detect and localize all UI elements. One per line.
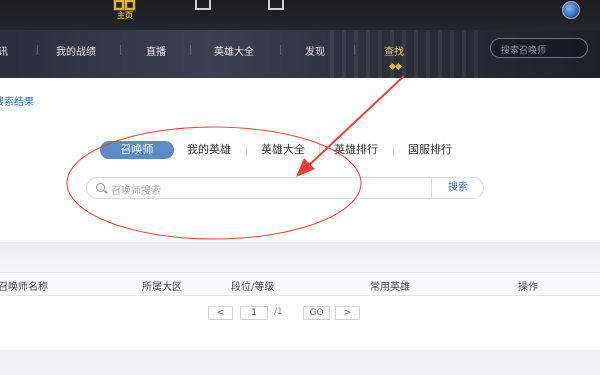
prev-page-button[interactable]: < bbox=[208, 306, 233, 320]
summoner-search-input[interactable]: 召唤师搜索 搜索 bbox=[86, 177, 484, 199]
edit-icon[interactable] bbox=[268, 0, 284, 10]
table-body bbox=[0, 296, 600, 350]
column-server: 所属大区 bbox=[142, 282, 182, 293]
go-button[interactable]: GO bbox=[303, 306, 330, 320]
search-icon bbox=[96, 183, 105, 192]
nav-item-my-record[interactable]: 我的战绩 bbox=[56, 43, 96, 58]
tab-hero-ranking[interactable]: 英雄排行 bbox=[334, 141, 378, 159]
top-bar: 主页 bbox=[0, 0, 600, 30]
tab-server-ranking[interactable]: 国服排行 bbox=[408, 141, 452, 159]
nav-divider bbox=[354, 45, 355, 55]
nav-item-search[interactable]: 查找 bbox=[384, 43, 404, 58]
document-icon[interactable] bbox=[195, 0, 211, 10]
search-results-link[interactable]: 搜索结果 bbox=[0, 93, 34, 108]
next-page-button[interactable]: > bbox=[335, 306, 360, 320]
nav-item-heroes[interactable]: 英雄大全 bbox=[214, 43, 254, 58]
home-label[interactable]: 主页 bbox=[117, 10, 133, 21]
footer bbox=[0, 350, 600, 375]
table-header: 召唤师名称 所属大区 段位/等级 常用英雄 操作 bbox=[0, 272, 600, 296]
search-button[interactable]: 搜索 bbox=[433, 178, 483, 198]
page-total: /1 bbox=[274, 307, 283, 317]
nav-divider bbox=[120, 45, 121, 55]
tab-divider bbox=[319, 145, 320, 156]
column-rank-level: 段位/等级 bbox=[231, 282, 275, 293]
nav-item-news[interactable]: 讯 bbox=[0, 43, 8, 58]
tab-summoner[interactable]: 召唤师 bbox=[100, 141, 174, 159]
tab-my-heroes[interactable]: 我的英雄 bbox=[187, 141, 231, 159]
tab-hero-list[interactable]: 英雄大全 bbox=[261, 141, 305, 159]
nav-divider bbox=[37, 45, 38, 55]
nav-divider bbox=[280, 45, 281, 55]
search-placeholder: 召唤师搜索 bbox=[111, 186, 161, 197]
nav-search-input[interactable]: 搜索召唤师 bbox=[490, 38, 588, 58]
search-divider bbox=[431, 178, 432, 198]
page-number-input[interactable]: 1 bbox=[240, 306, 268, 320]
tab-divider bbox=[246, 145, 247, 156]
column-common-heroes: 常用英雄 bbox=[370, 282, 410, 293]
nav-divider bbox=[190, 45, 191, 55]
nav-item-live[interactable]: 直播 bbox=[146, 43, 166, 58]
table-toolbar bbox=[0, 242, 600, 272]
nav-item-discover[interactable]: 发现 bbox=[305, 43, 325, 58]
column-summoner-name: 召唤师名称 bbox=[0, 282, 48, 293]
active-nav-indicator bbox=[388, 62, 406, 71]
avatar[interactable] bbox=[562, 1, 580, 19]
tab-divider bbox=[393, 145, 394, 156]
column-actions: 操作 bbox=[518, 282, 538, 293]
search-panel bbox=[0, 78, 600, 242]
